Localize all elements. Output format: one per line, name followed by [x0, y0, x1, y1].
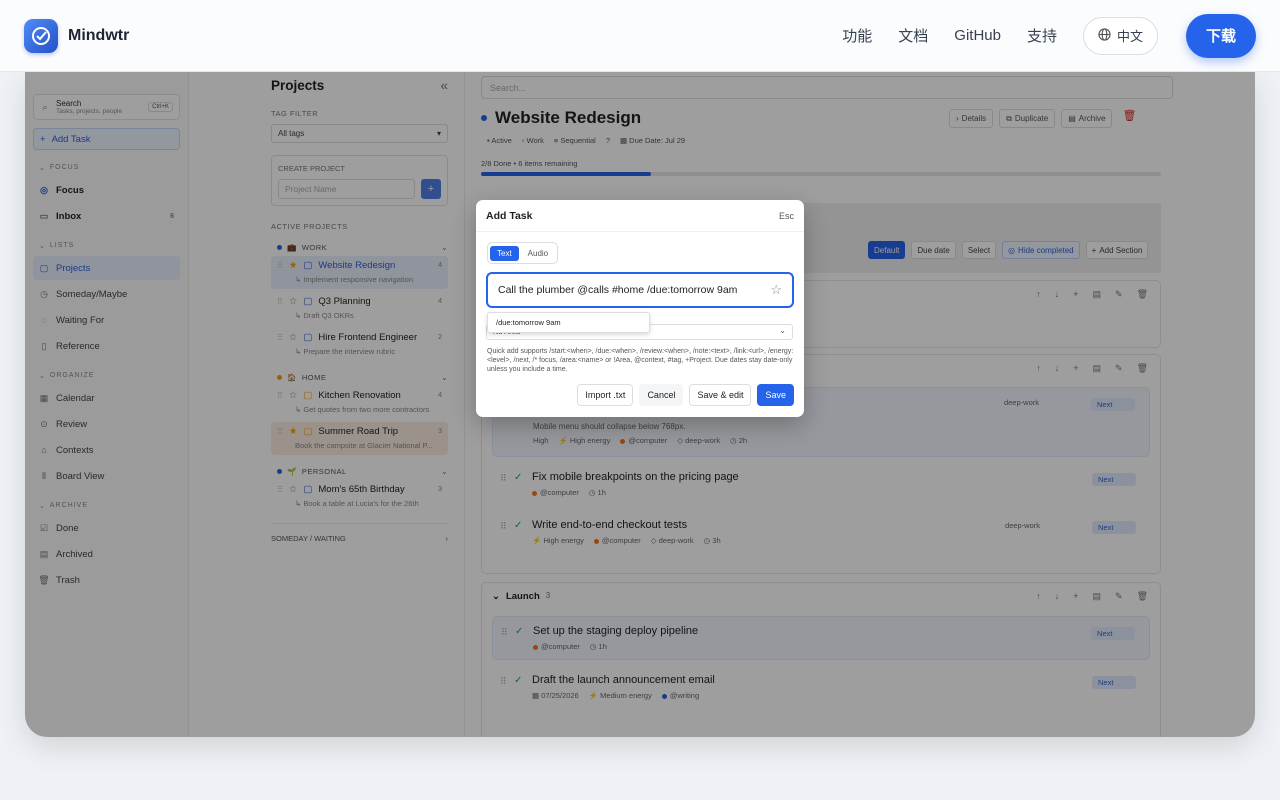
nav-link-support[interactable]: 支持	[1027, 25, 1057, 46]
audio-mode-button[interactable]: Audio	[521, 246, 555, 261]
input-mode-toggle: Text Audio	[487, 242, 559, 264]
logo-icon[interactable]	[24, 18, 58, 53]
nav-link-docs[interactable]: 文档	[898, 25, 928, 46]
task-input-value: Call the plumber @calls #home /due:tomor…	[498, 284, 738, 296]
cancel-button[interactable]: Cancel	[639, 384, 684, 406]
language-button[interactable]: 中文	[1082, 16, 1158, 55]
download-button[interactable]: 下载	[1186, 13, 1256, 58]
autocomplete-suggestion[interactable]: /due:tomorrow 9am	[487, 312, 650, 333]
quick-add-help: Quick add supports /start:<when>, /due:<…	[487, 348, 794, 373]
dialog-title: Add Task	[486, 209, 533, 222]
site-nav: 功能 文档 GitHub 支持 中文 下载	[842, 13, 1256, 58]
site-header: Mindwtr 功能 文档 GitHub 支持 中文 下载	[0, 0, 1280, 72]
chevron-down-icon: ⌄	[779, 326, 786, 335]
nav-link-features[interactable]: 功能	[842, 25, 872, 46]
save-and-edit-button[interactable]: Save & edit	[689, 384, 752, 406]
brand-name[interactable]: Mindwtr	[68, 27, 129, 45]
star-outline-icon[interactable]: ☆	[770, 282, 782, 298]
nav-link-github[interactable]: GitHub	[954, 27, 1001, 44]
text-mode-button[interactable]: Text	[490, 245, 519, 261]
globe-icon	[1098, 27, 1111, 44]
language-label: 中文	[1116, 29, 1143, 44]
close-button[interactable]: Esc	[779, 211, 794, 221]
import-txt-button[interactable]: Import .txt	[577, 384, 634, 406]
add-task-dialog: Add Task Esc Text Audio Call the plumber…	[476, 200, 804, 417]
save-button[interactable]: Save	[757, 384, 794, 406]
task-input[interactable]: Call the plumber @calls #home /due:tomor…	[486, 272, 794, 308]
